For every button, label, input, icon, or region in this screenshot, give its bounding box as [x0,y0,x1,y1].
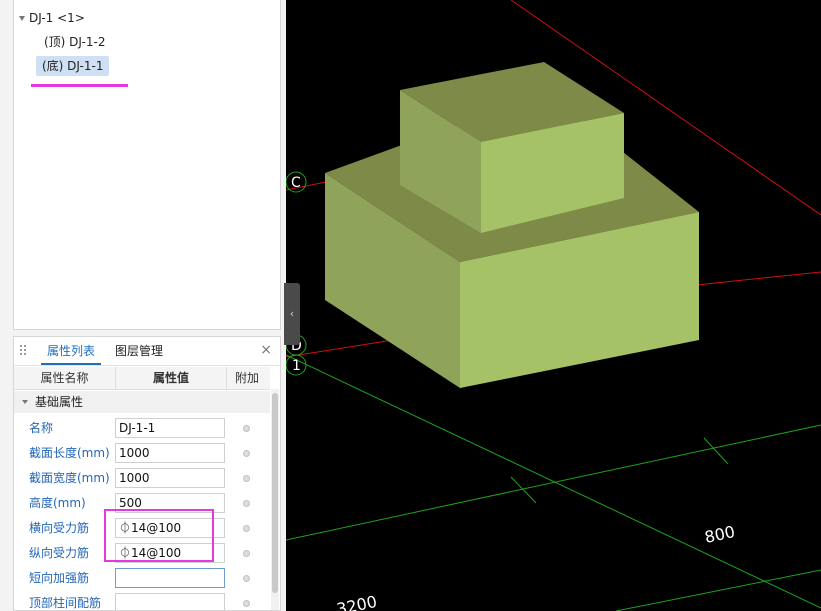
tab-property-list[interactable]: 属性列表 [41,337,102,365]
table-header: 属性名称 属性值 附加 [14,367,270,390]
prop-label-height: 高度(mm) [29,496,86,510]
extra-checkbox[interactable] [243,525,250,532]
tree-expand-icon[interactable] [19,16,25,21]
tree-root[interactable]: DJ-1 <1> [29,8,85,28]
prop-value-top-column-rebar[interactable] [115,593,225,610]
dimension-label-800: 800 [703,522,737,547]
property-panel: 属性列表 图层管理 × 属性名称 属性值 附加 基础属性 名称 DJ-1-1 截… [13,336,281,611]
extra-checkbox[interactable] [243,550,250,557]
panel-tabbar: 属性列表 图层管理 × [14,337,280,366]
grid-line-green [286,354,821,609]
grid-tick [703,437,729,465]
dimension-label-3200: 3200 [335,592,379,611]
prop-label-top-column-rebar: 顶部柱间配筋 [29,596,102,610]
prop-value-width[interactable]: 1000 [115,468,225,488]
vertical-scrollbar[interactable] [271,389,279,610]
extra-checkbox[interactable] [243,425,250,432]
3d-viewport[interactable]: C D 1 800 3200 [286,0,821,611]
prop-label-name: 名称 [29,421,54,435]
prop-value-short-reinforce[interactable] [115,568,225,588]
prop-label-longitudinal-rebar: 纵向受力筋 [29,546,90,560]
section-label: 基础属性 [35,395,84,409]
scrollbar-thumb[interactable] [272,393,278,593]
section-basic-props[interactable]: 基础属性 [14,391,270,413]
col-header-name: 属性名称 [14,367,116,389]
collapse-arrow-icon[interactable] [22,400,28,404]
component-tree: DJ-1 <1> (顶) DJ-1-2 (底) DJ-1-1 [13,0,281,330]
extra-checkbox[interactable] [243,450,250,457]
grid-line-green [286,424,821,541]
prop-value-name[interactable]: DJ-1-1 [115,418,225,438]
axis-label-1: 1 [292,358,301,374]
highlight-underline [31,84,128,87]
scene-svg: C D 1 800 3200 [286,0,821,611]
grid-tick [510,476,537,504]
tree-item-bottom[interactable]: (底) DJ-1-1 [36,56,110,76]
prop-label-length: 截面长度(mm) [29,446,110,460]
prop-label-short-reinforce: 短向加强筋 [29,571,90,585]
extra-checkbox[interactable] [243,475,250,482]
extra-checkbox[interactable] [243,575,250,582]
left-pane: DJ-1 <1> (顶) DJ-1-2 (底) DJ-1-1 属性列表 图层管理… [0,0,286,611]
highlight-box [104,509,214,562]
extra-checkbox[interactable] [243,500,250,507]
axis-label-c: C [291,175,301,191]
prop-label-transverse-rebar: 横向受力筋 [29,521,90,535]
prop-value-length[interactable]: 1000 [115,443,225,463]
col-header-value: 属性值 [116,367,227,389]
prop-label-width: 截面宽度(mm) [29,471,110,485]
tab-layer-manage[interactable]: 图层管理 [115,337,163,365]
col-header-extra: 附加 [234,371,259,385]
axis-line-red [695,271,821,286]
close-icon[interactable]: × [260,343,272,357]
collapse-panel-icon[interactable]: ‹ [284,283,300,345]
drag-grip-icon[interactable] [20,345,28,357]
extra-checkbox[interactable] [243,600,250,607]
tree-item-top[interactable]: (顶) DJ-1-2 [44,32,105,52]
grid-line-green [615,569,821,611]
